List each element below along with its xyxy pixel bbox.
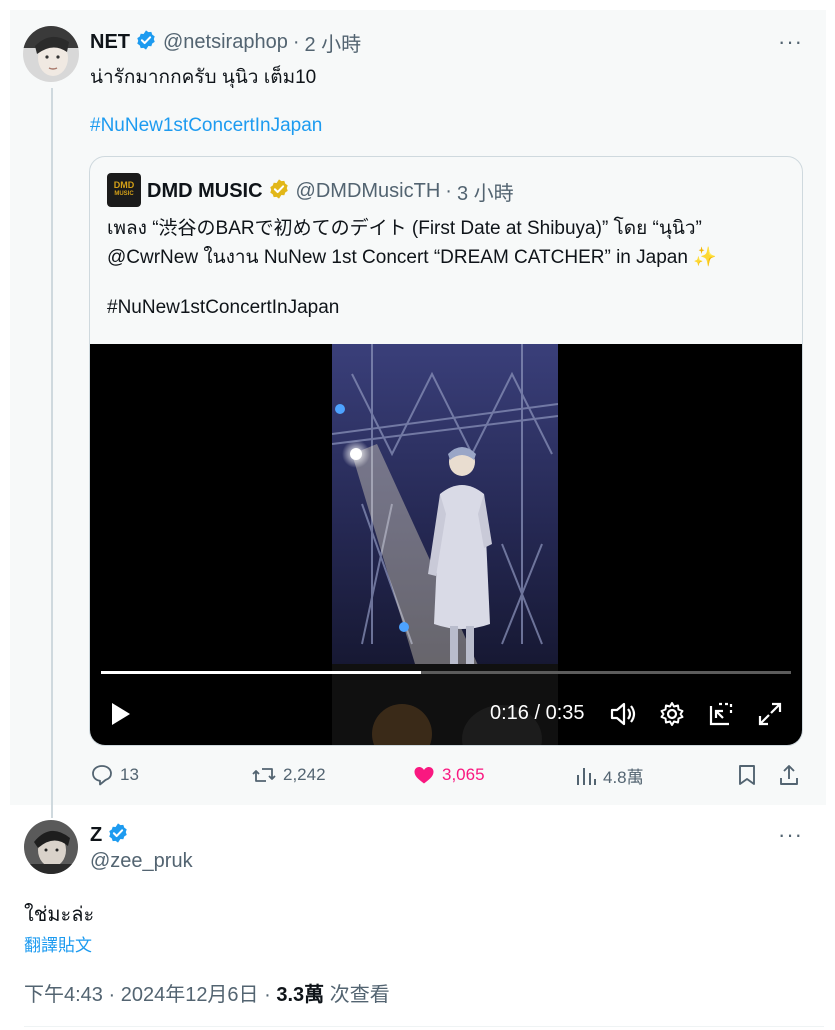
- video-progress-bar[interactable]: [101, 671, 791, 674]
- like-button[interactable]: 3,065: [412, 763, 485, 787]
- quote-display-name[interactable]: DMD MUSIC: [147, 180, 263, 203]
- views-button[interactable]: 4.8萬: [575, 763, 644, 788]
- repost-count: 2,242: [283, 765, 326, 784]
- view-count: 3.3萬: [276, 984, 325, 1006]
- verified-badge-icon[interactable]: [107, 822, 129, 849]
- tweet-meta: 下午4:43 · 2024年12月6日 · 3.3萬 次查看: [24, 978, 390, 1007]
- quote-handle[interactable]: @DMDMusicTH: [296, 180, 441, 203]
- views-count: 4.8萬: [603, 768, 644, 787]
- view-label: 次查看: [324, 984, 390, 1006]
- timestamp[interactable]: 下午4:43 · 2024年12月6日 ·: [24, 984, 276, 1006]
- dmd-music-logo[interactable]: DMD MUSIC: [107, 173, 141, 207]
- reply-text: ใช่มะล่ะ: [24, 904, 95, 926]
- reply-icon: [92, 765, 112, 786]
- repost-button[interactable]: 2,242: [251, 763, 326, 787]
- more-options-icon[interactable]: ···: [778, 31, 803, 53]
- hashtag-link[interactable]: #NuNew1stConcertInJapan: [90, 115, 322, 137]
- quote-text-line2: @CwrNew ในงาน NuNew 1st Concert “DREAM C…: [107, 247, 717, 268]
- logo-top-text: DMD: [113, 180, 135, 190]
- views-chart-icon: [577, 767, 596, 785]
- video-player[interactable]: 0:16 / 0:35: [90, 344, 802, 745]
- heart-icon: [414, 767, 434, 784]
- post-time[interactable]: 2 小時: [305, 28, 362, 57]
- quote-time[interactable]: 3 小時: [457, 177, 514, 206]
- reply-header: Z: [90, 822, 135, 849]
- video-time: 0:16 / 0:35: [490, 702, 585, 724]
- verified-badge-icon[interactable]: [135, 29, 157, 56]
- quote-hashtag[interactable]: #NuNew1stConcertInJapan: [107, 297, 339, 319]
- picture-in-picture-icon[interactable]: [707, 700, 735, 733]
- reply-display-name[interactable]: Z: [90, 824, 102, 847]
- quote-text-line1: เพลง “渋谷のBARで初めてのデイト (First Date at Shib…: [107, 218, 702, 239]
- share-icon: [780, 765, 798, 785]
- share-button[interactable]: [778, 763, 806, 787]
- video-frame[interactable]: [331, 344, 559, 745]
- translate-link[interactable]: 翻譯貼文: [24, 931, 92, 956]
- settings-gear-icon[interactable]: [658, 700, 686, 733]
- avatar[interactable]: [23, 26, 79, 82]
- reply-button[interactable]: 13: [90, 763, 139, 787]
- bookmark-button[interactable]: [736, 763, 764, 787]
- more-options-icon[interactable]: ···: [778, 824, 803, 846]
- display-name[interactable]: NET: [90, 31, 130, 54]
- divider: [24, 1026, 824, 1027]
- handle[interactable]: @netsiraphop: [163, 31, 288, 54]
- gold-verified-badge-icon[interactable]: [268, 178, 290, 205]
- tweet-page: NET @netsiraphop · 2 小時 ··· น่ารักมากกคร…: [10, 10, 826, 1030]
- volume-icon[interactable]: [609, 700, 637, 733]
- reply-handle[interactable]: @zee_pruk: [90, 850, 193, 873]
- logo-bottom-text: MUSIC: [114, 191, 134, 197]
- separator: ·: [445, 180, 452, 202]
- repost-icon: [252, 768, 276, 782]
- tweet-text: น่ารักมากกครับ นุนิว เต็ม10: [90, 67, 317, 88]
- quote-header: DMD MUSIC @DMDMusicTH · 3 小時: [147, 177, 514, 206]
- video-progress-fill: [101, 671, 422, 674]
- separator: ·: [292, 31, 300, 53]
- parent-header: NET @netsiraphop · 2 小時: [90, 28, 361, 57]
- quoted-tweet[interactable]: DMD MUSIC DMD MUSIC @DMDMusicTH · 3 小時 เ…: [89, 156, 803, 746]
- thread-line: [51, 88, 53, 818]
- bookmark-icon: [739, 765, 755, 785]
- reply-avatar[interactable]: [24, 820, 78, 874]
- reply-count: 13: [120, 765, 139, 784]
- like-count: 3,065: [442, 765, 485, 784]
- play-icon[interactable]: [108, 700, 134, 733]
- fullscreen-icon[interactable]: [756, 700, 784, 733]
